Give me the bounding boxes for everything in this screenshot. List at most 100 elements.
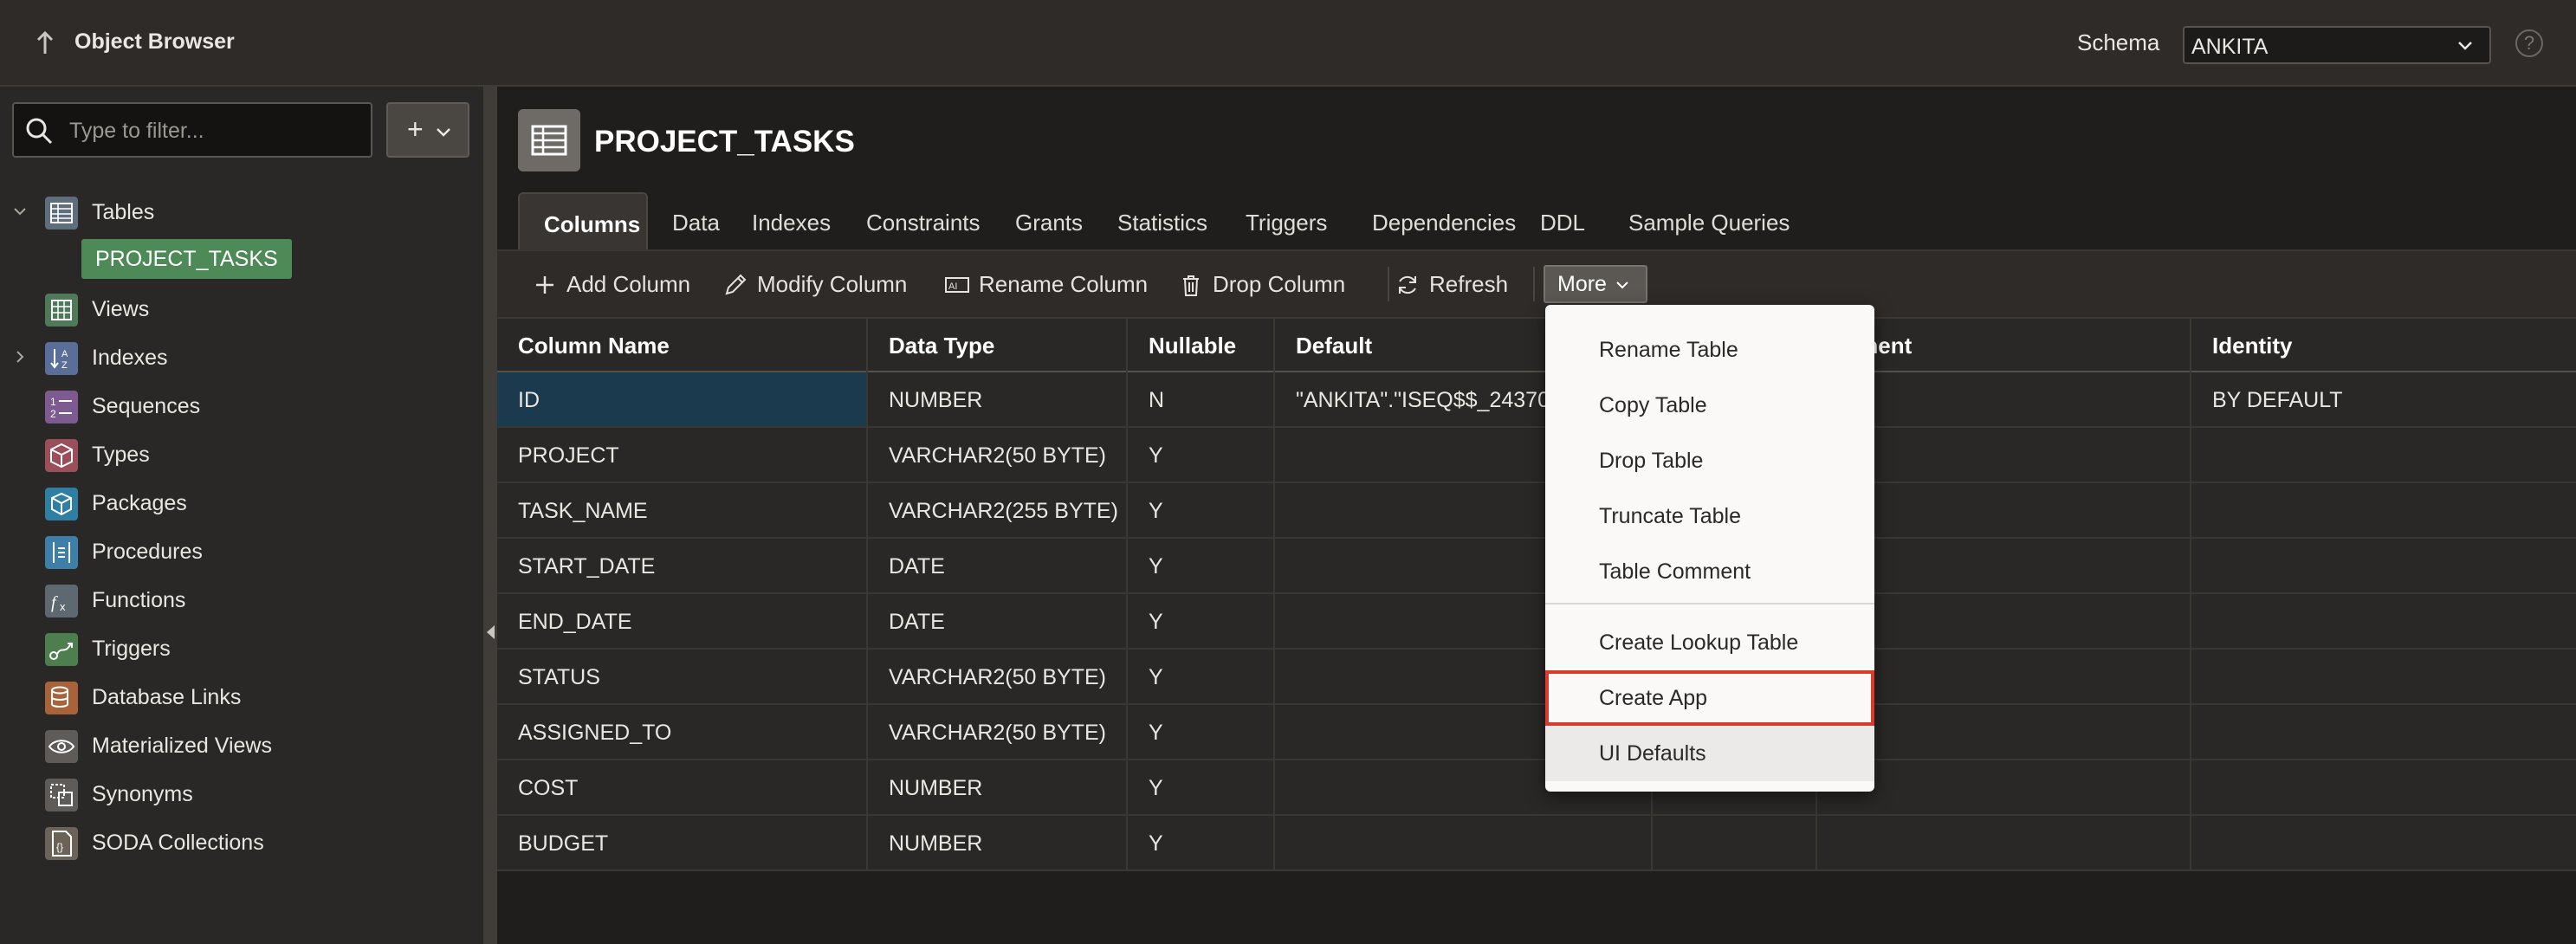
table-row[interactable]: ID NUMBER N "ANKITA"."ISEQ$$_243703 BY DEFAU… [497,372,2576,428]
filter-field[interactable] [12,102,372,158]
table-cell[interactable]: Y [1128,594,1275,648]
column-header[interactable]: Column Name [497,319,868,372]
help-icon[interactable]: ? [2515,29,2543,57]
column-header[interactable]: Nullable [1128,319,1275,372]
table-cell[interactable] [2191,816,2576,870]
table-cell[interactable]: NUMBER [868,760,1128,814]
table-cell[interactable]: Y [1128,650,1275,703]
tab-triggers[interactable]: Triggers [1221,192,1351,249]
table-cell[interactable] [2191,705,2576,759]
table-cell[interactable] [2191,428,2576,482]
table-row[interactable]: START_DATE DATE Y [497,539,2576,594]
panel-splitter[interactable] [483,87,497,944]
more-button[interactable]: More [1544,265,1647,303]
tree-item-triggers[interactable]: Triggers [0,626,483,669]
tree-item-tables[interactable]: Tables [0,190,483,233]
table-cell[interactable] [1817,816,2191,870]
tree-item-project-tasks[interactable]: PROJECT_TASKS [81,239,292,279]
table-cell[interactable]: Y [1128,428,1275,482]
menu-item-create-app[interactable]: Create App [1545,670,1874,726]
table-cell[interactable]: PROJECT [497,428,868,482]
add-column-button[interactable]: Add Column [532,263,696,305]
table-cell[interactable]: NUMBER [868,816,1128,870]
menu-item-rename-table[interactable]: Rename Table [1545,322,1874,378]
table-cell[interactable]: N [1128,372,1275,426]
add-object-button[interactable]: + [386,102,469,158]
table-cell[interactable]: COST [497,760,868,814]
tab-ddl[interactable]: DDL [1516,192,1609,249]
tab-columns[interactable]: Columns [518,192,648,249]
table-cell[interactable]: ASSIGNED_TO [497,705,868,759]
table-cell[interactable]: STATUS [497,650,868,703]
menu-item-copy-table[interactable]: Copy Table [1545,378,1874,433]
column-header[interactable]: Data Type [868,319,1128,372]
tree-item-database-links[interactable]: Database Links [0,675,483,718]
table-cell[interactable]: TASK_NAME [497,483,868,537]
tree-label: Views [92,297,150,321]
table-row[interactable]: COST NUMBER Y [497,760,2576,816]
table-cell[interactable]: VARCHAR2(50 BYTE) [868,650,1128,703]
table-cell[interactable]: BUDGET [497,816,868,870]
table-cell[interactable] [2191,539,2576,592]
tree-item-views[interactable]: Views [0,287,483,330]
table-cell[interactable]: END_DATE [497,594,868,648]
table-cell[interactable] [2191,594,2576,648]
table-cell[interactable] [2191,760,2576,814]
tree-item-synonyms[interactable]: Synonyms [0,772,483,815]
table-row[interactable]: BUDGET NUMBER Y [497,816,2576,871]
table-cell[interactable]: BY DEFAULT [2191,372,2576,426]
tree-item-functions[interactable]: f x Functions [0,578,483,621]
table-row[interactable]: PROJECT VARCHAR2(50 BYTE) Y [497,428,2576,483]
tab-grants[interactable]: Grants [991,192,1107,249]
table-cell[interactable]: VARCHAR2(255 BYTE) [868,483,1128,537]
drop-column-button[interactable]: Drop Column [1178,263,1360,305]
tree-item-types[interactable]: Types [0,432,483,475]
menu-item-table-comment[interactable]: Table Comment [1545,544,1874,599]
chevron-down-icon[interactable] [12,204,28,219]
tree-item-soda-collections[interactable]: {} SODA Collections [0,820,483,863]
tree-item-sequences[interactable]: 1 2 Sequences [0,384,483,427]
column-header[interactable]: Identity [2191,319,2576,372]
table-row[interactable]: TASK_NAME VARCHAR2(255 BYTE) Y [497,483,2576,539]
table-row[interactable]: ASSIGNED_TO VARCHAR2(50 BYTE) Y [497,705,2576,760]
rename-column-button[interactable]: AI Rename Column [944,263,1187,305]
refresh-button[interactable]: Refresh [1395,263,1524,305]
table-cell[interactable]: Y [1128,705,1275,759]
table-cell[interactable]: ID [497,372,868,426]
table-cell[interactable] [1275,816,1653,870]
filter-input[interactable] [68,113,366,149]
tab-statistics[interactable]: Statistics [1093,192,1232,249]
table-cell[interactable]: Y [1128,483,1275,537]
table-cell[interactable]: DATE [868,539,1128,592]
tree-item-packages[interactable]: Packages [0,481,483,524]
table-cell[interactable]: Y [1128,816,1275,870]
table-cell[interactable] [1653,816,1817,870]
schema-select[interactable]: ANKITA [2183,26,2491,64]
table-cell[interactable] [2191,483,2576,537]
tab-sample-queries[interactable]: Sample Queries [1604,192,1814,249]
tree-item-materialized-views[interactable]: Materialized Views [0,723,483,766]
table-row[interactable]: END_DATE DATE Y [497,594,2576,650]
tab-indexes[interactable]: Indexes [728,192,855,249]
menu-item-ui-defaults[interactable]: UI Defaults [1545,726,1874,781]
table-cell[interactable] [2191,650,2576,703]
table-cell[interactable]: VARCHAR2(50 BYTE) [868,428,1128,482]
menu-item-truncate-table[interactable]: Truncate Table [1545,488,1874,544]
modify-column-button[interactable]: Modify Column [722,263,956,305]
table-cell[interactable]: DATE [868,594,1128,648]
up-arrow-icon[interactable] [31,28,59,59]
menu-item-create-lookup-table[interactable]: Create Lookup Table [1545,615,1874,670]
table-cell[interactable]: Y [1128,539,1275,592]
tree-item-indexes[interactable]: A Z Indexes [0,335,483,378]
table-cell[interactable]: START_DATE [497,539,868,592]
collapse-left-icon[interactable] [487,625,495,639]
table-cell[interactable]: VARCHAR2(50 BYTE) [868,705,1128,759]
table-cell[interactable]: NUMBER [868,372,1128,426]
tab-dependencies[interactable]: Dependencies [1348,192,1540,249]
table-cell[interactable]: Y [1128,760,1275,814]
tab-constraints[interactable]: Constraints [842,192,1005,249]
table-row[interactable]: STATUS VARCHAR2(50 BYTE) Y [497,650,2576,705]
tree-item-procedures[interactable]: Procedures [0,529,483,572]
chevron-right-icon[interactable] [12,349,28,365]
menu-item-drop-table[interactable]: Drop Table [1545,433,1874,488]
